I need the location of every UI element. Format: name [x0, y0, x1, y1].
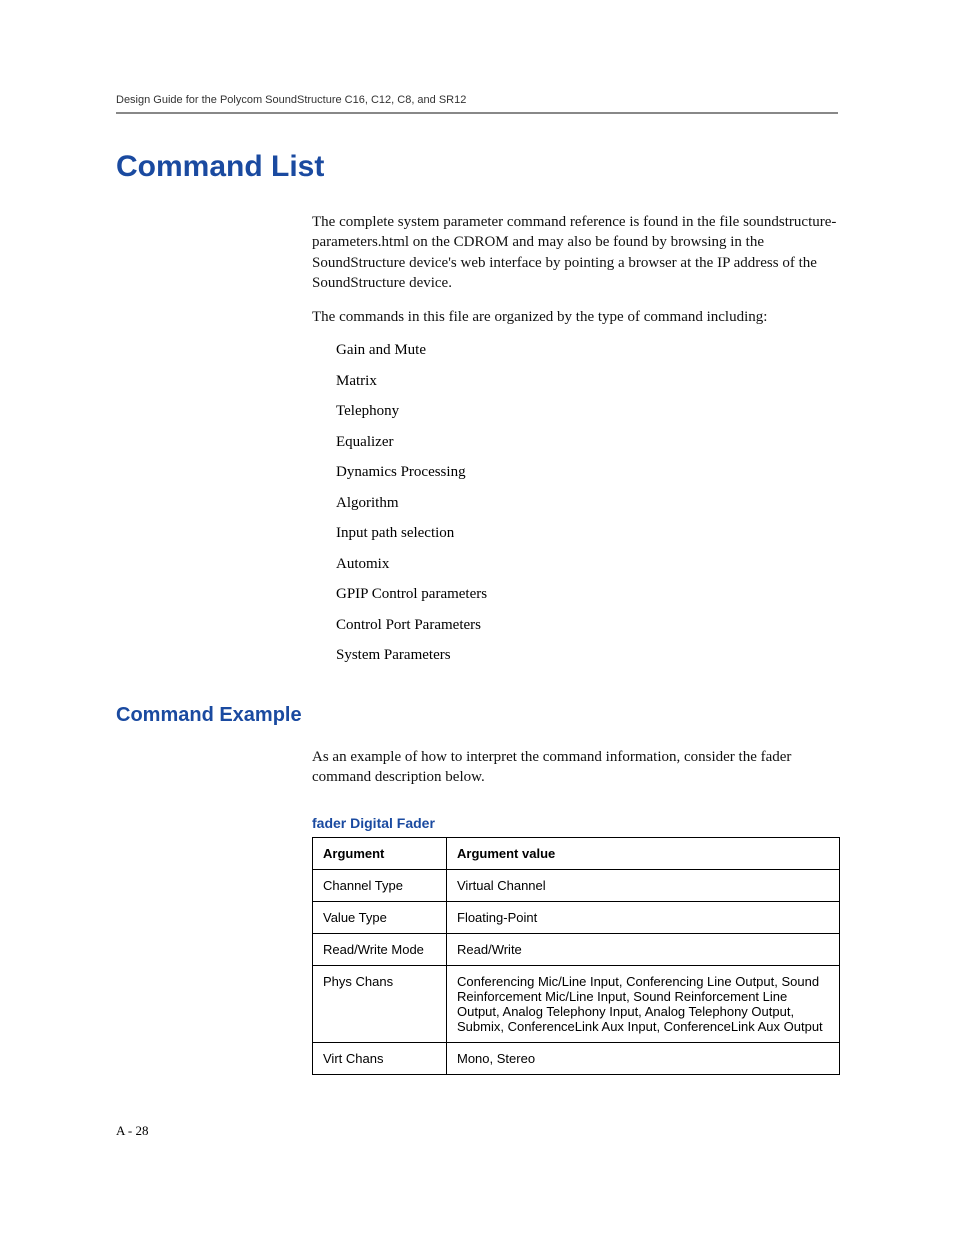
table-row: Read/Write Mode Read/Write — [313, 934, 840, 966]
table-header-argument: Argument — [313, 838, 447, 870]
table-title: fader Digital Fader — [312, 815, 838, 831]
table-cell: Mono, Stereo — [447, 1043, 840, 1075]
table-row: Value Type Floating-Point — [313, 902, 840, 934]
section-heading-command-example: Command Example — [116, 704, 838, 727]
table-cell: Floating-Point — [447, 902, 840, 934]
list-item: Input path selection — [336, 524, 838, 544]
intro-paragraph-1: The complete system parameter command re… — [312, 212, 838, 293]
intro-paragraph-2: The commands in this file are organized … — [312, 307, 838, 327]
list-item: Dynamics Processing — [336, 463, 838, 483]
list-item: Equalizer — [336, 433, 838, 453]
example-paragraph: As an example of how to interpret the co… — [312, 747, 838, 788]
running-header: Design Guide for the Polycom SoundStruct… — [116, 94, 838, 114]
table-row: Phys Chans Conferencing Mic/Line Input, … — [313, 966, 840, 1043]
table-cell: Virtual Channel — [447, 870, 840, 902]
list-item: Automix — [336, 555, 838, 575]
table-cell: Value Type — [313, 902, 447, 934]
page-number: A - 28 — [116, 1123, 149, 1139]
table-cell: Conferencing Mic/Line Input, Conferencin… — [447, 966, 840, 1043]
table-row: Channel Type Virtual Channel — [313, 870, 840, 902]
list-item: Control Port Parameters — [336, 616, 838, 636]
list-item: Matrix — [336, 372, 838, 392]
table-cell: Read/Write Mode — [313, 934, 447, 966]
page-title: Command List — [116, 150, 838, 184]
command-table: Argument Argument value Channel Type Vir… — [312, 837, 840, 1075]
list-item: Telephony — [336, 402, 838, 422]
command-type-list: Gain and Mute Matrix Telephony Equalizer… — [336, 341, 838, 666]
list-item: Algorithm — [336, 494, 838, 514]
list-item: Gain and Mute — [336, 341, 838, 361]
table-header-argument-value: Argument value — [447, 838, 840, 870]
list-item: GPIP Control parameters — [336, 585, 838, 605]
table-cell: Read/Write — [447, 934, 840, 966]
table-cell: Phys Chans — [313, 966, 447, 1043]
table-cell: Virt Chans — [313, 1043, 447, 1075]
list-item: System Parameters — [336, 646, 838, 666]
table-cell: Channel Type — [313, 870, 447, 902]
table-row: Virt Chans Mono, Stereo — [313, 1043, 840, 1075]
